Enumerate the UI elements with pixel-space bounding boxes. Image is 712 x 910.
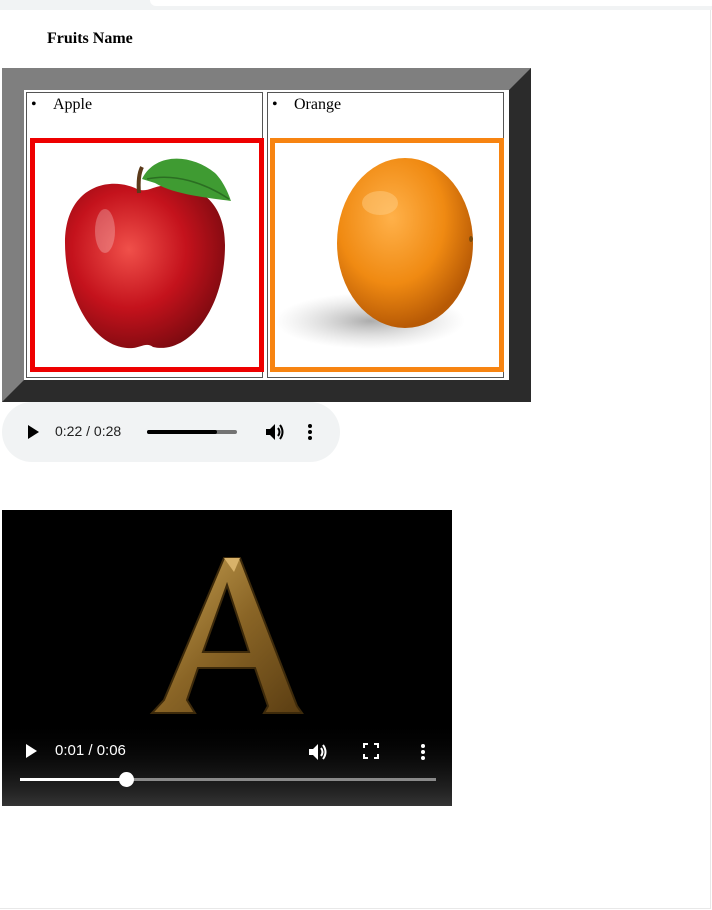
audio-time: 0:22 / 0:28 [55, 423, 122, 439]
page-heading: Fruits Name [47, 30, 133, 47]
fruit-cell-orange: • Orange [267, 92, 504, 378]
audio-seek-fill [147, 430, 218, 434]
fruit-label-orange: Orange [294, 96, 342, 113]
orange-image [270, 138, 504, 372]
video-play-icon[interactable] [24, 743, 38, 759]
fruit-cell-apple: • Apple [26, 92, 264, 378]
bullet-icon: • [272, 96, 278, 113]
more-options-icon[interactable] [306, 422, 314, 442]
fruits-table: • Apple • Orange [2, 68, 531, 402]
video-time: 0:01 / 0:06 [55, 742, 126, 759]
golden-letter-image [2, 557, 452, 806]
video-more-options-icon[interactable] [419, 742, 427, 762]
fruit-label-apple: Apple [53, 96, 93, 113]
bullet-icon: • [31, 96, 37, 113]
audio-seek-bar[interactable] [147, 430, 237, 434]
audio-player[interactable]: 0:22 / 0:28 [2, 402, 340, 462]
browser-top-strip [0, 0, 712, 10]
fullscreen-icon[interactable] [363, 743, 379, 759]
apple-image [30, 138, 264, 372]
video-volume-icon[interactable] [307, 742, 329, 762]
play-icon[interactable] [26, 424, 40, 440]
video-player[interactable]: 0:01 / 0:06 [2, 510, 452, 806]
video-seek-fill [20, 778, 129, 781]
volume-icon[interactable] [264, 422, 286, 442]
video-seek-handle[interactable] [119, 772, 134, 787]
video-seek-bar[interactable] [20, 778, 436, 781]
